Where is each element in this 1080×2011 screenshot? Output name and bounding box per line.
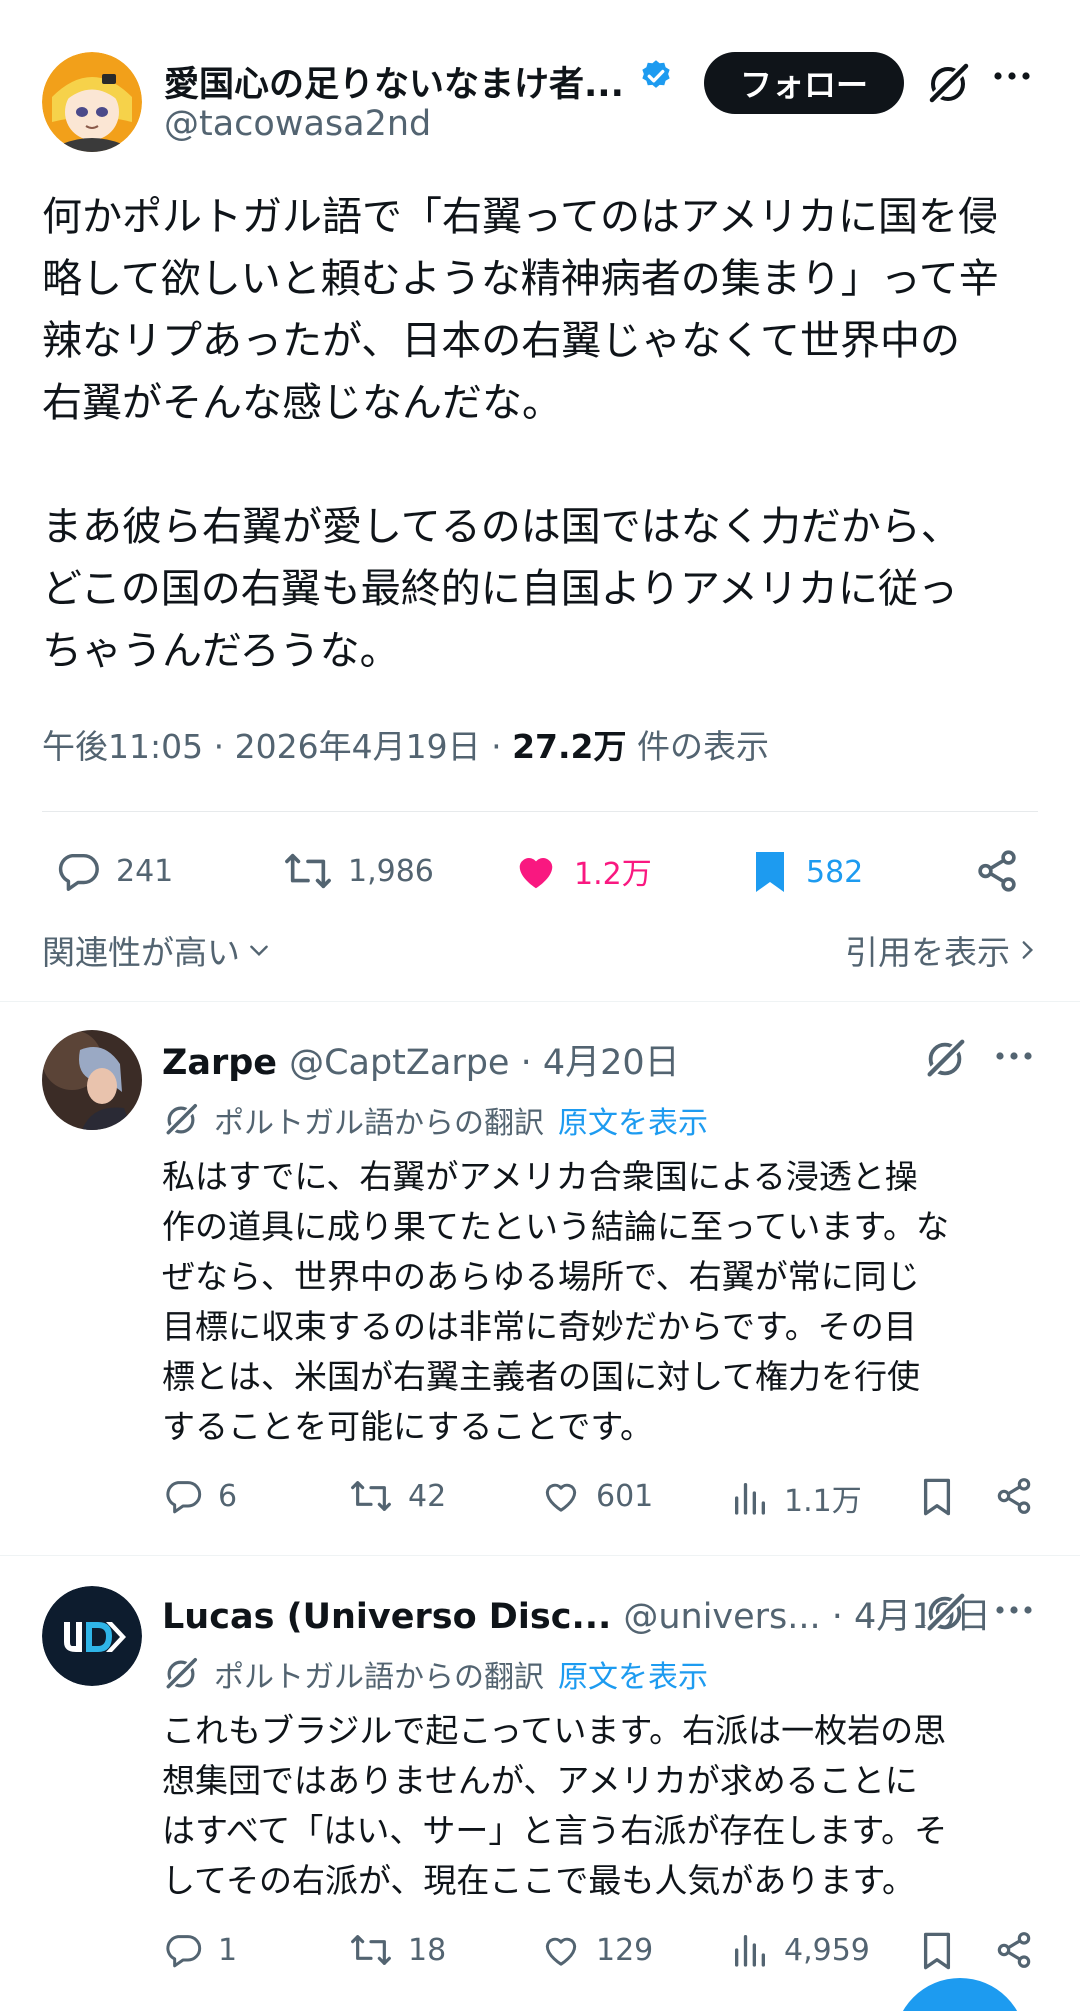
follow-button[interactable]: フォロー: [704, 52, 904, 114]
sort-dropdown[interactable]: 関連性が高い: [42, 926, 272, 974]
author-name[interactable]: 愛国心の足りないなまけ者...: [164, 56, 624, 107]
divider: [0, 1555, 1080, 1556]
tweet-meta: 午後11:05 · 2026年4月19日 · 27.2万 件の表示: [42, 720, 769, 768]
repost-button[interactable]: 1,986: [282, 848, 434, 894]
views-button[interactable]: 4,959: [730, 1930, 870, 1970]
more-options-icon[interactable]: [994, 1600, 1034, 1620]
repost-icon: [282, 848, 334, 894]
reply-count: 1: [218, 1932, 238, 1968]
repost-button[interactable]: 42: [348, 1476, 446, 1516]
show-original-link[interactable]: 原文を表示: [558, 1098, 708, 1142]
bookmark-count: 582: [806, 854, 864, 890]
author-handle[interactable]: @tacowasa2nd: [164, 104, 431, 144]
meta-separator: ·: [491, 727, 502, 766]
reply-count: 6: [218, 1478, 238, 1514]
more-options-icon[interactable]: [994, 1046, 1034, 1066]
repost-count: 1,986: [348, 853, 434, 889]
translation-label: ポルトガル語からの翻訳: [214, 1660, 544, 1695]
reply-author-name[interactable]: Lucas (Universo Disc...: [162, 1597, 611, 1637]
view-quotes-link[interactable]: 引用を表示: [845, 926, 1038, 974]
reply-tweet[interactable]: Zarpe @CaptZarpe · 4月20日 ポルトガル語からの翻訳 原文を…: [0, 1030, 1080, 1550]
views-count: 1.1万: [784, 1484, 862, 1519]
views-button[interactable]: 1.1万: [730, 1476, 862, 1520]
like-count: 601: [596, 1478, 654, 1514]
bookmark-button[interactable]: 582: [748, 848, 863, 896]
share-icon: [994, 1930, 1034, 1970]
bookmark-icon: [918, 1930, 956, 1972]
tweet-views-count: 27.2万: [512, 727, 627, 766]
reply-button[interactable]: 1: [162, 1930, 237, 1970]
repost-count: 18: [408, 1932, 447, 1968]
reply-button[interactable]: 241: [54, 848, 173, 894]
analytics-icon: [730, 1478, 770, 1518]
like-button[interactable]: 601: [540, 1476, 653, 1516]
reply-text: これもブラジルで起こっています。右派は一枚岩の思 想集団ではありませんが、アメリ…: [162, 1711, 948, 1900]
translate-icon: [162, 1655, 200, 1693]
more-options-icon[interactable]: [992, 66, 1032, 86]
repost-button[interactable]: 18: [348, 1930, 446, 1970]
reply-icon: [162, 1930, 204, 1970]
main-tweet-header: 愛国心の足りないなまけ者... @tacowasa2nd フォロー: [42, 52, 1042, 152]
bookmark-filled-icon: [748, 848, 792, 896]
bookmark-button[interactable]: [918, 1930, 970, 1972]
reply-text: 私はすでに、右翼がアメリカ合衆国による浸透と操 作の道具に成り果てたという結論に…: [162, 1157, 950, 1446]
bookmark-icon: [918, 1476, 956, 1518]
translate-icon: [162, 1101, 200, 1139]
translation-row: ポルトガル語からの翻訳 原文を表示: [162, 1652, 708, 1696]
like-button[interactable]: 1.2万: [512, 848, 652, 894]
meta-separator: ·: [213, 727, 225, 766]
bookmark-button[interactable]: [918, 1476, 970, 1518]
chevron-right-icon: [1016, 937, 1038, 963]
reply-button[interactable]: 6: [162, 1476, 237, 1516]
share-button[interactable]: [974, 848, 1034, 894]
reply-tweet[interactable]: Lucas (Universo Disc... @univers... · 4月…: [0, 1584, 1080, 2011]
like-count: 1.2万: [574, 857, 652, 892]
share-button[interactable]: [994, 1476, 1048, 1516]
tweet-time[interactable]: 午後11:05: [42, 727, 203, 766]
analytics-icon: [730, 1930, 770, 1970]
show-original-link[interactable]: 原文を表示: [558, 1652, 708, 1696]
reply-author-name[interactable]: Zarpe: [162, 1043, 277, 1083]
reply-header: Lucas (Universo Disc... @univers... · 4月…: [162, 1588, 991, 1639]
grok-icon[interactable]: [924, 60, 972, 108]
grok-icon[interactable]: [922, 1036, 968, 1082]
view-quotes-label: 引用を表示: [845, 933, 1010, 972]
repost-icon: [348, 1476, 394, 1516]
reply-author-handle[interactable]: @CaptZarpe · 4月20日: [289, 1034, 680, 1085]
share-icon: [994, 1476, 1034, 1516]
reply-icon: [54, 848, 102, 894]
tweet-text: 何かポルトガル語で「右翼ってのはアメリカに国を侵 略して欲しいと頼むような精神病…: [42, 194, 999, 674]
share-button[interactable]: [994, 1930, 1048, 1970]
views-count: 4,959: [784, 1932, 870, 1968]
tweet-date[interactable]: 2026年4月19日: [235, 727, 481, 766]
reply-count: 241: [116, 853, 174, 889]
translation-row: ポルトガル語からの翻訳 原文を表示: [162, 1098, 708, 1142]
like-count: 129: [596, 1932, 654, 1968]
reply-avatar[interactable]: [42, 1030, 142, 1130]
verified-badge-icon: [638, 58, 674, 94]
tweet-views-label: 件の表示: [637, 727, 770, 766]
grok-icon[interactable]: [922, 1590, 968, 1636]
heart-filled-icon: [512, 848, 560, 894]
like-button[interactable]: 129: [540, 1930, 653, 1970]
repost-count: 42: [408, 1478, 447, 1514]
sort-label: 関連性が高い: [42, 933, 240, 972]
reply-avatar[interactable]: [42, 1586, 142, 1686]
reply-icon: [162, 1476, 204, 1516]
chevron-down-icon: [246, 937, 272, 963]
divider: [42, 811, 1038, 812]
reply-header: Zarpe @CaptZarpe · 4月20日: [162, 1034, 680, 1085]
divider: [0, 1001, 1080, 1002]
heart-icon: [540, 1476, 582, 1516]
author-avatar[interactable]: [42, 52, 142, 152]
repost-icon: [348, 1930, 394, 1970]
translation-label: ポルトガル語からの翻訳: [214, 1106, 544, 1141]
share-icon: [974, 848, 1020, 894]
heart-icon: [540, 1930, 582, 1970]
